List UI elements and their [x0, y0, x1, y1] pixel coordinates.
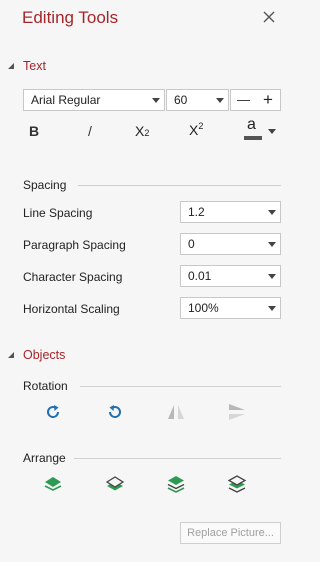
- increase-font-button[interactable]: +: [263, 90, 273, 110]
- rotation-header: Rotation: [23, 379, 68, 393]
- paragraph-spacing-label: Paragraph Spacing: [23, 238, 126, 252]
- superscript-label: X: [189, 122, 199, 138]
- chevron-down-icon: [152, 98, 160, 103]
- objects-section-header[interactable]: Objects: [23, 348, 65, 362]
- chevron-down-icon: [268, 274, 276, 279]
- collapse-objects-icon[interactable]: [8, 352, 14, 358]
- font-color-button[interactable]: a: [244, 116, 262, 142]
- bring-to-front-icon[interactable]: [42, 473, 64, 495]
- collapse-text-icon[interactable]: [8, 63, 14, 69]
- spacing-divider: [78, 185, 281, 186]
- horizontal-scaling-label: Horizontal Scaling: [23, 302, 120, 316]
- send-to-back-icon[interactable]: [104, 473, 126, 495]
- font-size-select[interactable]: 60: [166, 89, 229, 111]
- subscript-label: X: [135, 123, 145, 139]
- font-size-stepper: — +: [230, 89, 281, 111]
- panel-title: Editing Tools: [22, 8, 119, 27]
- rotate-left-icon[interactable]: [104, 401, 126, 423]
- send-backward-icon[interactable]: [226, 473, 248, 495]
- horizontal-scaling-value: 100%: [188, 301, 219, 315]
- font-color-letter: a: [247, 116, 256, 133]
- close-icon[interactable]: [262, 10, 276, 24]
- bring-forward-icon[interactable]: [165, 473, 187, 495]
- font-family-select[interactable]: Arial Regular: [23, 89, 165, 111]
- spacing-header: Spacing: [23, 178, 67, 192]
- chevron-down-icon: [268, 306, 276, 311]
- font-color-dropdown-icon[interactable]: [268, 129, 276, 134]
- decrease-font-button[interactable]: —: [237, 92, 250, 107]
- line-spacing-select[interactable]: 1.2: [180, 201, 281, 223]
- rotation-divider: [80, 386, 281, 387]
- line-spacing-value: 1.2: [188, 205, 205, 219]
- subscript-button[interactable]: X2: [135, 123, 149, 139]
- chevron-down-icon: [268, 210, 276, 215]
- paragraph-spacing-select[interactable]: 0: [180, 233, 281, 255]
- flip-vertical-icon[interactable]: [226, 401, 248, 423]
- font-color-swatch: [244, 136, 262, 140]
- horizontal-scaling-select[interactable]: 100%: [180, 297, 281, 319]
- character-spacing-label: Character Spacing: [23, 270, 123, 284]
- subscript-mark: 2: [144, 128, 150, 138]
- flip-horizontal-icon[interactable]: [165, 401, 187, 423]
- font-family-value: Arial Regular: [31, 93, 101, 107]
- font-size-value: 60: [174, 93, 188, 107]
- character-spacing-select[interactable]: 0.01: [180, 265, 281, 287]
- line-spacing-label: Line Spacing: [23, 206, 93, 220]
- paragraph-spacing-value: 0: [188, 237, 195, 251]
- bold-button[interactable]: B: [23, 123, 45, 139]
- text-section-header[interactable]: Text: [23, 59, 46, 73]
- arrange-header: Arrange: [23, 451, 66, 465]
- superscript-button[interactable]: X2: [189, 121, 203, 138]
- rotate-right-icon[interactable]: [42, 401, 64, 423]
- character-spacing-value: 0.01: [188, 269, 212, 283]
- arrange-divider: [74, 458, 281, 459]
- replace-picture-button[interactable]: Replace Picture...: [180, 522, 281, 544]
- superscript-mark: 2: [198, 121, 204, 131]
- italic-button[interactable]: /: [79, 123, 101, 139]
- chevron-down-icon: [268, 242, 276, 247]
- chevron-down-icon: [216, 98, 224, 103]
